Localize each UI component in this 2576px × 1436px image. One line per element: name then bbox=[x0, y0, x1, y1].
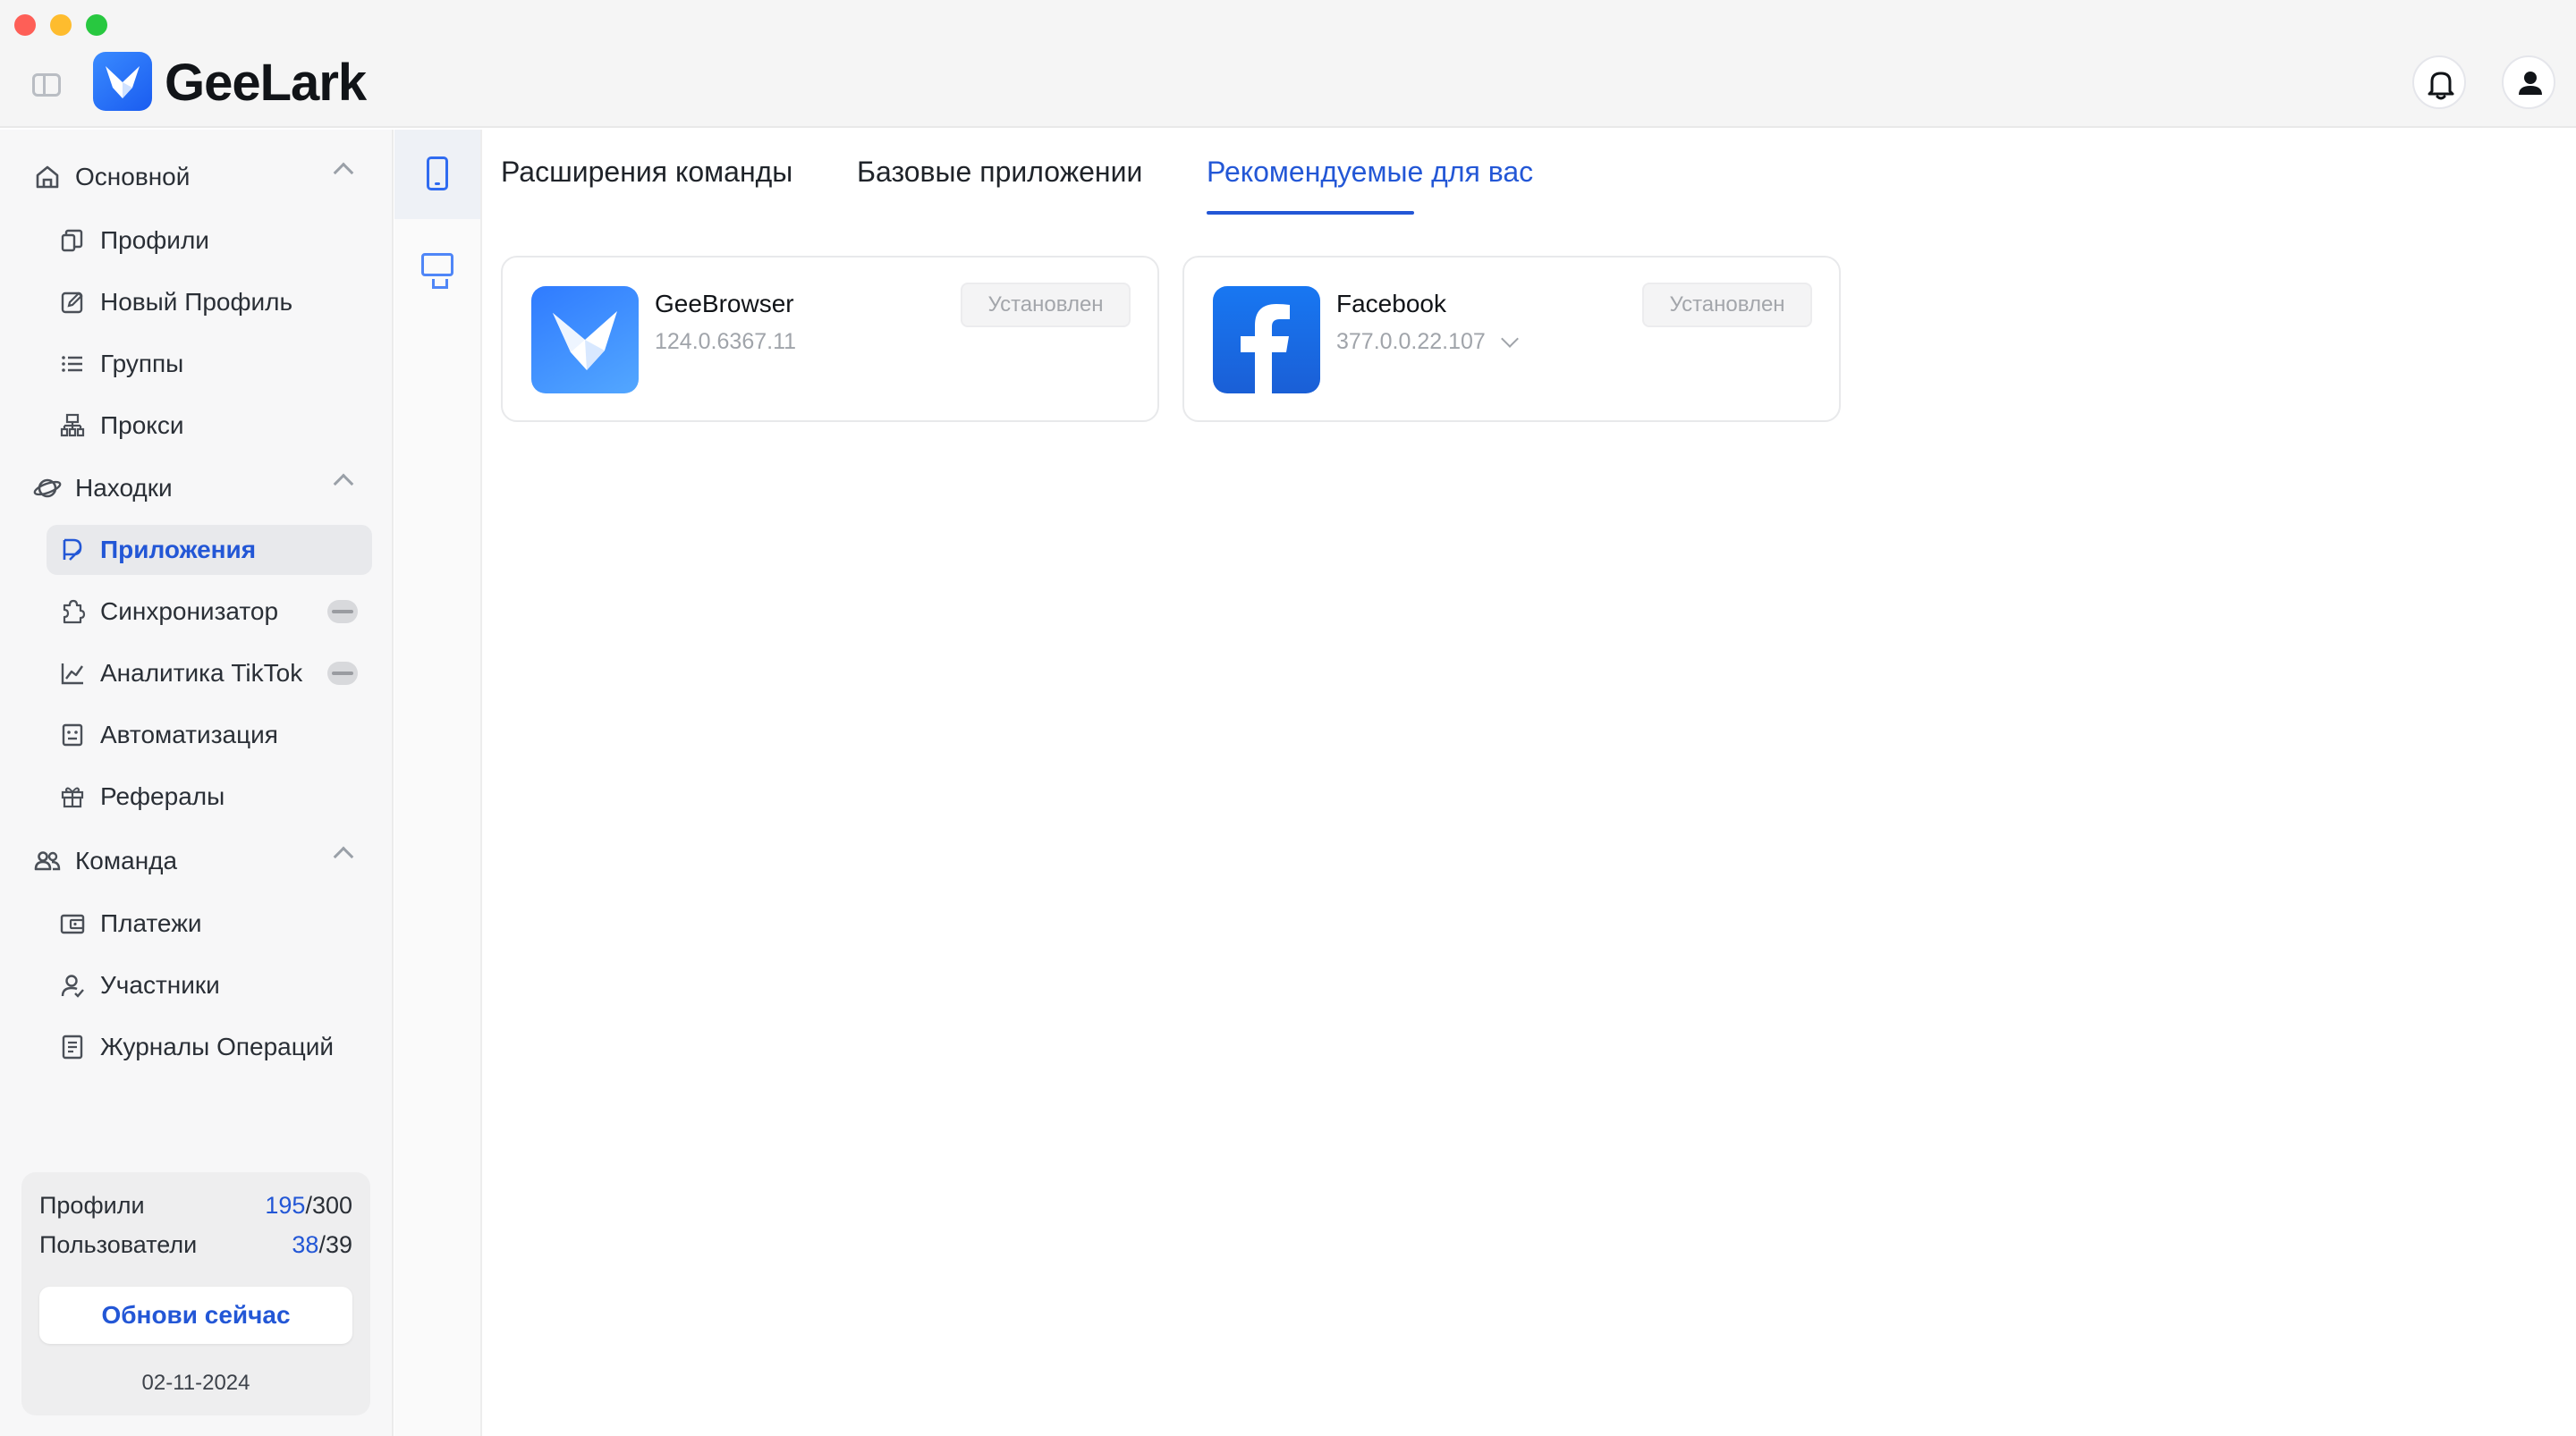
sidebar-item-label: Аналитика TikTok bbox=[100, 659, 303, 687]
geelark-logo-icon bbox=[93, 52, 152, 111]
sidebar-section-main[interactable]: Основной bbox=[32, 155, 354, 199]
sidebar-item-payments[interactable]: Платежи bbox=[47, 899, 372, 949]
tab-basic-apps[interactable]: Базовые приложении bbox=[857, 156, 1142, 189]
chevron-up-icon[interactable] bbox=[333, 473, 354, 494]
device-type-rail bbox=[394, 130, 482, 1436]
beta-badge-icon bbox=[327, 600, 358, 623]
app-version-label: 124.0.6367.11 bbox=[655, 329, 796, 355]
sidebar-item-profiles[interactable]: Профили bbox=[47, 215, 372, 266]
planet-icon bbox=[32, 473, 63, 503]
network-icon bbox=[59, 412, 86, 439]
desktop-apps-tab[interactable] bbox=[394, 219, 480, 308]
app-version-text: 377.0.0.22.107 bbox=[1336, 329, 1486, 354]
profiles-usage-label: Профили bbox=[39, 1192, 145, 1219]
sidebar-item-proxies[interactable]: Прокси bbox=[47, 401, 372, 451]
profiles-usage: Профили 195/300 bbox=[39, 1192, 352, 1228]
sidebar-item-apps[interactable]: Приложения bbox=[47, 525, 372, 575]
sidebar-item-members[interactable]: Участники bbox=[47, 960, 372, 1010]
tab-recommended[interactable]: Рекомендуемые для вас bbox=[1207, 156, 1533, 189]
tab-team-extensions[interactable]: Расширения команды bbox=[501, 156, 792, 189]
profiles-total: /300 bbox=[305, 1192, 352, 1219]
sidebar-item-label: Новый Профиль bbox=[100, 288, 293, 316]
sidebar-item-label: Участники bbox=[100, 971, 220, 999]
sidebar-item-label: Приложения bbox=[100, 536, 257, 563]
sidebar-item-tiktok-analytics[interactable]: Аналитика TikTok bbox=[47, 648, 372, 698]
sidebar-item-label: Автоматизация bbox=[100, 721, 278, 748]
sidebar-item-label: Профили bbox=[100, 226, 209, 254]
plan-expiry-date: 02-11-2024 bbox=[141, 1371, 250, 1395]
sidebar-item-referrals[interactable]: Рефералы bbox=[47, 772, 372, 822]
notifications-button[interactable] bbox=[2412, 55, 2466, 109]
sidebar-item-synchronizer[interactable]: Синхронизатор bbox=[47, 587, 372, 637]
gift-icon bbox=[59, 783, 86, 810]
installed-status-badge: Установлен bbox=[1642, 283, 1812, 327]
sidebar-item-label: Группы bbox=[100, 350, 184, 377]
puzzle-icon bbox=[59, 598, 86, 625]
app-window: GeeLark Основной Профили Новый Профиль Г… bbox=[0, 0, 2576, 1436]
geebrowser-icon bbox=[531, 286, 639, 393]
sidebar-item-label: Платежи bbox=[100, 909, 202, 937]
users-total: /39 bbox=[318, 1231, 352, 1258]
users-used: 38 bbox=[292, 1231, 319, 1258]
sidebar-item-operation-logs[interactable]: Журналы Операций bbox=[47, 1022, 372, 1072]
sidebar-section-label: Команда bbox=[75, 847, 178, 874]
chevron-up-icon[interactable] bbox=[333, 162, 354, 183]
users-usage: Пользователи 38/39 bbox=[39, 1231, 352, 1267]
edit-icon bbox=[59, 289, 86, 316]
wallet-icon bbox=[59, 910, 86, 937]
app-name: GeeLark bbox=[165, 54, 367, 112]
sidebar-section-team[interactable]: Команда bbox=[32, 839, 354, 883]
document-icon bbox=[59, 1034, 86, 1060]
list-icon bbox=[59, 351, 86, 377]
sidebar-item-groups[interactable]: Группы bbox=[47, 339, 372, 389]
plan-usage-card: Профили 195/300 Пользователи 38/39 Обнов… bbox=[21, 1172, 370, 1415]
sidebar-section-label: Находки bbox=[75, 474, 173, 502]
app-card-facebook[interactable]: Facebook 377.0.0.22.107 Установлен bbox=[1182, 256, 1841, 422]
title-bar: GeeLark bbox=[0, 0, 2576, 128]
member-icon bbox=[59, 972, 86, 999]
line-chart-icon bbox=[59, 660, 86, 687]
version-selector[interactable]: 377.0.0.22.107 bbox=[1336, 329, 1519, 355]
home-icon bbox=[32, 162, 63, 192]
zoom-window-button[interactable] bbox=[86, 14, 107, 36]
facebook-icon bbox=[1213, 286, 1320, 393]
user-icon bbox=[2519, 72, 2542, 95]
sidebar-item-label: Журналы Операций bbox=[100, 1033, 335, 1060]
sidebar-section-discover[interactable]: Находки bbox=[32, 466, 354, 511]
sidebar: Основной Профили Новый Профиль Группы Пр… bbox=[0, 130, 394, 1436]
close-window-button[interactable] bbox=[14, 14, 36, 36]
upgrade-now-button[interactable]: Обнови сейчас bbox=[39, 1287, 352, 1344]
profiles-used: 195 bbox=[265, 1192, 306, 1219]
app-version-text: 124.0.6367.11 bbox=[655, 329, 797, 354]
minimize-window-button[interactable] bbox=[50, 14, 72, 36]
beta-badge-icon bbox=[327, 662, 358, 685]
chevron-down-icon[interactable] bbox=[1500, 329, 1519, 348]
sidebar-item-label: Прокси bbox=[100, 411, 184, 439]
chevron-up-icon[interactable] bbox=[333, 846, 354, 867]
sidebar-item-new-profile[interactable]: Новый Профиль bbox=[47, 277, 372, 327]
users-usage-label: Пользователи bbox=[39, 1231, 198, 1258]
team-icon bbox=[32, 846, 63, 876]
sidebar-item-label: Рефералы bbox=[100, 782, 225, 810]
sidebar-toggle-icon[interactable] bbox=[32, 73, 61, 97]
app-name-label: Facebook bbox=[1336, 290, 1446, 317]
phone-icon bbox=[427, 156, 448, 190]
sidebar-section-label: Основной bbox=[75, 163, 191, 190]
sidebar-item-automation[interactable]: Автоматизация bbox=[47, 710, 372, 760]
active-tab-indicator bbox=[1207, 211, 1414, 215]
apps-icon bbox=[59, 536, 86, 563]
sidebar-item-label: Синхронизатор bbox=[100, 597, 279, 625]
profiles-icon bbox=[59, 227, 86, 254]
bell-icon bbox=[2428, 72, 2454, 100]
mobile-apps-tab[interactable] bbox=[394, 130, 480, 219]
installed-status-badge: Установлен bbox=[961, 283, 1131, 327]
account-button[interactable] bbox=[2502, 55, 2555, 109]
app-card-geebrowser[interactable]: GeeBrowser 124.0.6367.11 Установлен bbox=[501, 256, 1159, 422]
app-name-label: GeeBrowser bbox=[655, 290, 794, 317]
robot-icon bbox=[59, 722, 86, 748]
monitor-icon bbox=[421, 253, 453, 289]
